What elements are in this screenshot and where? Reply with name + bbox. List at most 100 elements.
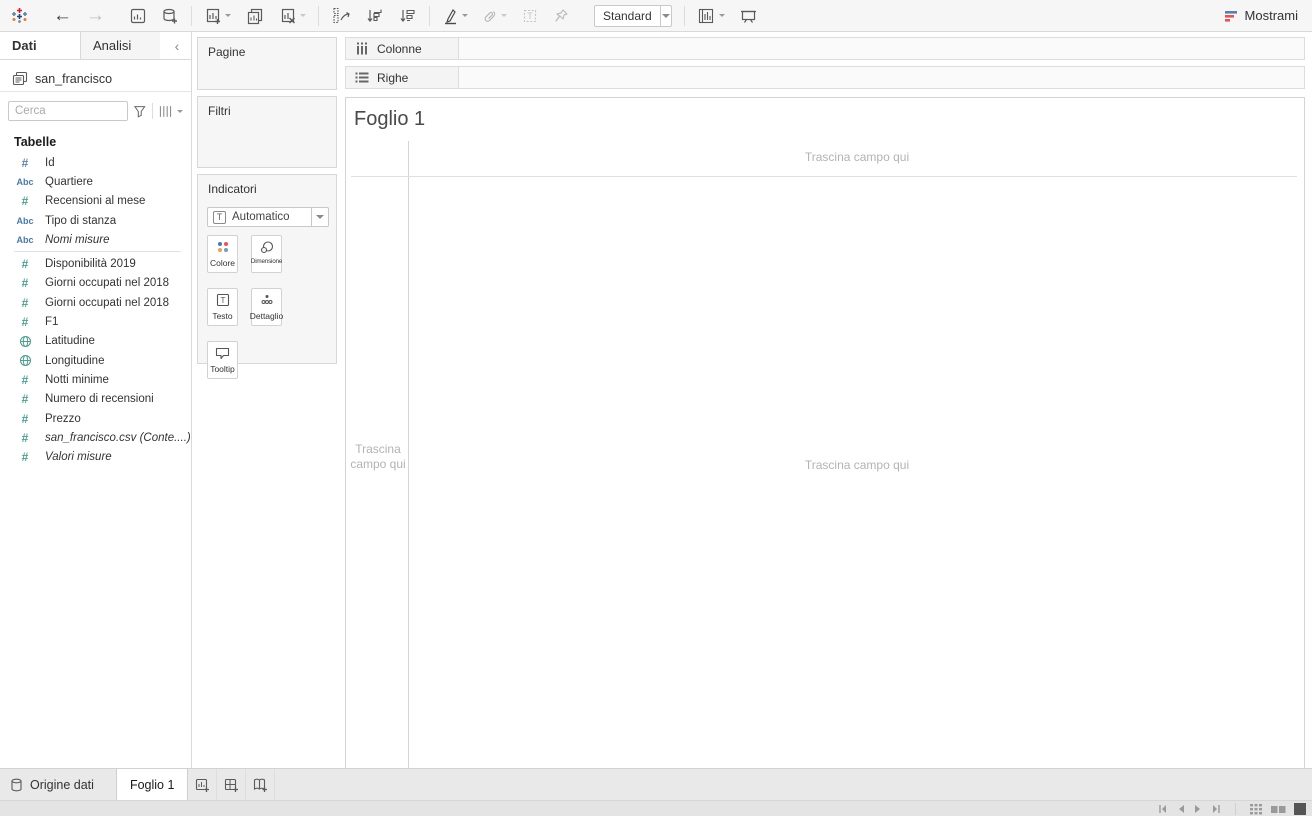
- sheet-sorter-icon[interactable]: [1250, 803, 1263, 815]
- color-label: Colore: [209, 258, 236, 268]
- sheet-tab-label: Foglio 1: [129, 777, 175, 792]
- search-input[interactable]: [8, 101, 128, 121]
- text-icon: T: [216, 289, 230, 311]
- new-datasource-button[interactable]: [161, 7, 179, 25]
- tableau-app: ← → T Standard Mostrami Dati Analisi ‹ s…: [0, 0, 1312, 816]
- drop-hint-rows: Trascina campo qui: [350, 442, 406, 471]
- first-sheet-icon[interactable]: [1158, 804, 1168, 814]
- marks-title: Indicatori: [208, 182, 257, 196]
- tab-data[interactable]: Dati: [0, 32, 80, 59]
- new-story-button[interactable]: [246, 769, 276, 800]
- filters-title: Filtri: [208, 104, 231, 118]
- swap-icon: [333, 7, 350, 24]
- detail-button[interactable]: Dettaglio: [250, 288, 283, 326]
- new-worksheet-caret: [225, 14, 231, 17]
- sheet-nav-controls: [1158, 803, 1236, 815]
- presentation-mode-button[interactable]: [739, 7, 758, 25]
- active-sheet-view-icon[interactable]: [1294, 803, 1306, 815]
- number-icon: #: [21, 392, 29, 407]
- field-latitudine[interactable]: Latitudine: [14, 332, 191, 351]
- undo-button[interactable]: ←: [53, 6, 72, 25]
- columns-shelf[interactable]: Colonne: [345, 37, 1305, 60]
- number-icon: #: [21, 155, 29, 170]
- bottom-bar: Origine dati Foglio 1: [0, 768, 1312, 816]
- duplicate-button[interactable]: [245, 7, 265, 25]
- filmstrip-icon[interactable]: [1271, 804, 1286, 815]
- field-giorni-occupati-2018-b[interactable]: # Giorni occupati nel 2018: [14, 293, 191, 312]
- new-sheet-buttons: [188, 769, 276, 800]
- redo-button[interactable]: →: [86, 6, 105, 25]
- fit-select-caret: [659, 5, 671, 26]
- cell-size-icon: [698, 8, 714, 23]
- mark-type-dropdown[interactable]: T Automatico: [207, 207, 329, 227]
- forward-arrow-icon: →: [86, 5, 105, 26]
- field-longitudine[interactable]: Longitudine: [14, 351, 191, 370]
- size-button[interactable]: Dimensione: [251, 235, 282, 273]
- field-san-francisco-csv-count[interactable]: # san_francisco.csv (Conte....): [14, 428, 191, 447]
- swap-rows-columns-button[interactable]: [331, 6, 351, 25]
- tables-header: Tabelle: [14, 135, 57, 149]
- field-notti-minime[interactable]: # Notti minime: [14, 370, 191, 389]
- next-sheet-icon[interactable]: [1194, 804, 1202, 814]
- pages-shelf[interactable]: Pagine: [197, 37, 337, 90]
- cell-size-button[interactable]: [697, 7, 725, 25]
- marks-card: Indicatori T Automatico Colore Dimension…: [197, 174, 337, 379]
- field-f1[interactable]: # F1: [14, 312, 191, 331]
- new-worksheet-tab-button[interactable]: [188, 769, 218, 800]
- view-options-caret[interactable]: [177, 109, 183, 113]
- view-as-grid-icon[interactable]: [158, 105, 173, 118]
- new-datasource-icon: [163, 8, 177, 23]
- group-members-button[interactable]: [482, 7, 507, 25]
- tableau-logo-icon[interactable]: [10, 6, 29, 25]
- field-nomi-misure[interactable]: Abc Nomi misure: [14, 230, 191, 249]
- last-sheet-icon[interactable]: [1211, 804, 1221, 814]
- sheet-tab-foglio1[interactable]: Foglio 1: [115, 769, 189, 800]
- worksheet-view[interactable]: Foglio 1 Trascina campo qui Trascina cam…: [345, 97, 1305, 795]
- field-numero-di-recensioni[interactable]: # Numero di recensioni: [14, 390, 191, 409]
- show-me-button[interactable]: Mostrami: [1224, 8, 1304, 23]
- drop-hint-columns: Trascina campo qui: [804, 150, 910, 164]
- clear-sheet-button[interactable]: [279, 7, 306, 25]
- field-tipo-di-stanza[interactable]: Abc Tipo di stanza: [14, 211, 191, 230]
- status-bar: [0, 800, 1312, 816]
- filters-shelf[interactable]: Filtri: [197, 96, 337, 168]
- color-button[interactable]: Colore: [207, 235, 238, 273]
- save-button[interactable]: [129, 7, 147, 25]
- collapse-pane-button[interactable]: ‹: [163, 32, 191, 59]
- column-header-divider: [351, 176, 1297, 177]
- main-area: Dati Analisi ‹ san_francisco Tabelle #Id…: [0, 32, 1312, 795]
- field-recensioni-al-mese[interactable]: # Recensioni al mese: [14, 192, 191, 211]
- text-button[interactable]: T Testo: [207, 288, 238, 326]
- new-dashboard-button[interactable]: [217, 769, 247, 800]
- previous-sheet-icon[interactable]: [1177, 804, 1185, 814]
- datasource-tab-icon: [11, 778, 22, 791]
- columns-drop-area[interactable]: [459, 38, 1304, 59]
- new-dashboard-icon: [224, 778, 238, 792]
- highlight-button[interactable]: [442, 7, 468, 25]
- rows-shelf[interactable]: Righe: [345, 66, 1305, 89]
- field-list: # Id Abc Quartiere # Recensioni al mese Abc…: [0, 153, 191, 467]
- field-disponibilita-2019[interactable]: # Disponibilità 2019: [14, 254, 191, 273]
- tab-analytics[interactable]: Analisi: [80, 32, 160, 60]
- field-id[interactable]: # Id: [14, 153, 191, 172]
- show-mark-labels-button[interactable]: T: [521, 7, 539, 25]
- datasource-row[interactable]: san_francisco: [0, 66, 191, 92]
- columns-label-text: Colonne: [377, 41, 422, 56]
- field-quartiere[interactable]: Abc Quartiere: [14, 172, 191, 191]
- mark-type-caret: [311, 208, 328, 226]
- datasource-tab-label: Origine dati: [30, 777, 94, 792]
- field-prezzo[interactable]: # Prezzo: [14, 409, 191, 428]
- new-worksheet-button[interactable]: [204, 7, 231, 25]
- sort-descending-button[interactable]: [398, 7, 417, 25]
- fit-select[interactable]: Standard: [594, 4, 672, 27]
- filter-funnel-icon[interactable]: [133, 104, 147, 118]
- field-giorni-occupati-2018-a[interactable]: # Giorni occupati nel 2018: [14, 274, 191, 293]
- rows-drop-area[interactable]: [459, 67, 1304, 88]
- fix-axes-button[interactable]: [553, 7, 570, 25]
- tooltip-button[interactable]: Tooltip: [207, 341, 238, 379]
- tooltip-label: Tooltip: [210, 364, 235, 374]
- datasource-tab[interactable]: Origine dati: [0, 769, 108, 800]
- field-valori-misure[interactable]: # Valori misure: [14, 447, 191, 466]
- sort-ascending-button[interactable]: [365, 7, 384, 25]
- number-icon: #: [21, 315, 29, 330]
